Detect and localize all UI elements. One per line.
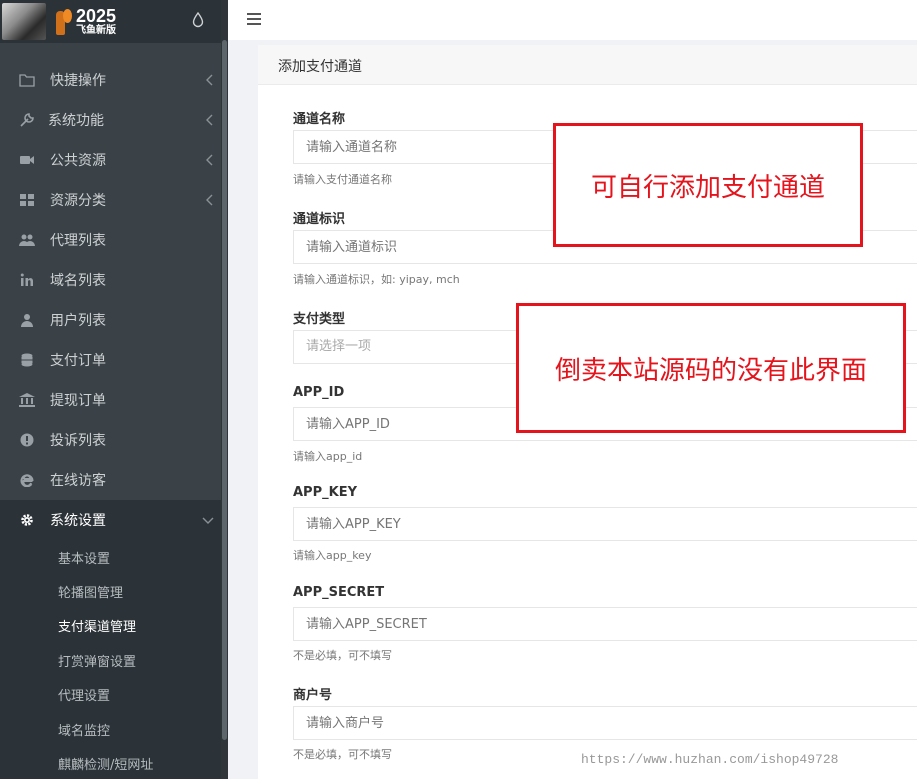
folder-icon <box>19 72 35 88</box>
submenu-item-qilin-shortlink[interactable]: 麒麟检测/短网址 <box>0 746 228 779</box>
submenu-item-agent-settings[interactable]: 代理设置 <box>0 678 228 712</box>
sidebar-item-domains[interactable]: 域名列表 <box>0 260 228 300</box>
sidebar-item-pay-orders[interactable]: 支付订单 <box>0 340 228 380</box>
database-icon <box>19 352 35 368</box>
sidebar-item-category[interactable]: 资源分类 <box>0 180 228 220</box>
logo-icon <box>54 7 74 37</box>
submenu-item-tip-popup[interactable]: 打赏弹窗设置 <box>0 643 228 677</box>
logo-bar: 2025 飞鱼新版 <box>0 0 228 43</box>
submenu-item-domain-monitor[interactable]: 域名监控 <box>0 712 228 746</box>
wrench-icon <box>19 112 35 128</box>
sidebar-item-label: 提现订单 <box>50 393 106 409</box>
linkedin-icon <box>19 272 35 288</box>
app-key-label: APP_KEY <box>293 485 357 500</box>
sidebar-item-label: 支付订单 <box>50 353 106 369</box>
merchant-no-label: 商户号 <box>293 688 333 703</box>
grid-icon <box>19 192 35 208</box>
exclamation-icon <box>19 432 35 448</box>
sidebar-item-users[interactable]: 用户列表 <box>0 300 228 340</box>
user-icon <box>19 312 35 328</box>
chevron-down-icon <box>202 517 214 524</box>
sidebar-menu: 快捷操作 系统功能 公共资源 资源分类 代理列表 域名列表 用户列表 支付订单 … <box>0 60 228 540</box>
chevron-left-icon <box>206 194 213 206</box>
app-secret-input[interactable] <box>293 607 917 641</box>
scrollbar-thumb[interactable] <box>222 40 227 740</box>
avatar[interactable] <box>2 3 46 40</box>
sidebar-item-public[interactable]: 公共资源 <box>0 140 228 180</box>
sidebar-item-label: 投诉列表 <box>50 433 106 449</box>
chevron-left-icon <box>206 154 213 166</box>
bank-icon <box>19 392 35 408</box>
chevron-left-icon <box>206 74 213 86</box>
gear-icon <box>19 512 35 528</box>
app-id-help: 请输入app_id <box>293 450 363 463</box>
sidebar-item-label: 在线访客 <box>50 473 106 489</box>
merchant-no-input[interactable] <box>293 706 917 740</box>
sidebar-item-settings[interactable]: 系统设置 <box>0 500 228 540</box>
browser-e-icon <box>19 472 35 488</box>
sidebar-item-withdraw-orders[interactable]: 提现订单 <box>0 380 228 420</box>
sidebar-scrollbar[interactable] <box>221 0 228 779</box>
users-icon <box>19 232 35 248</box>
chevron-left-icon <box>206 114 213 126</box>
sidebar-item-label: 快捷操作 <box>50 73 106 89</box>
channel-id-label: 通道标识 <box>293 212 346 227</box>
merchant-no-help: 不是必填，可不填写 <box>293 748 392 761</box>
sidebar-item-label: 代理列表 <box>50 233 106 249</box>
watermark: https://www.huzhan.com/ishop49728 <box>581 752 839 767</box>
callout-add-channel: 可自行添加支付通道 <box>553 123 863 247</box>
top-bar <box>228 0 917 40</box>
drop-icon[interactable] <box>192 12 204 28</box>
sidebar-item-quick[interactable]: 快捷操作 <box>0 60 228 100</box>
channel-id-help: 请输入通道标识，如: yipay, mch <box>293 273 460 286</box>
sidebar-item-label: 公共资源 <box>50 153 106 169</box>
menu-toggle-icon[interactable] <box>247 13 261 25</box>
submenu-item-payment-channels[interactable]: 支付渠道管理 <box>0 609 228 643</box>
logo-year: 2025 <box>76 6 117 26</box>
video-camera-icon <box>19 152 35 168</box>
sidebar-item-label: 资源分类 <box>50 193 106 209</box>
channel-name-help: 请输入支付通道名称 <box>293 173 392 186</box>
page-title: 添加支付通道 <box>278 59 362 75</box>
submenu-item-basic[interactable]: 基本设置 <box>0 540 228 574</box>
app-secret-label: APP_SECRET <box>293 585 385 600</box>
sidebar-item-agents[interactable]: 代理列表 <box>0 220 228 260</box>
sidebar: 2025 飞鱼新版 快捷操作 系统功能 公共资源 资源分类 代理列表 域名列表 … <box>0 0 228 779</box>
sidebar-item-label: 用户列表 <box>50 313 106 329</box>
logo-subtitle: 飞鱼新版 <box>76 25 116 36</box>
app-id-label: APP_ID <box>293 385 345 400</box>
sidebar-item-online-visitors[interactable]: 在线访客 <box>0 460 228 500</box>
app-key-input[interactable] <box>293 507 917 541</box>
logo-text: 2025 飞鱼新版 <box>76 7 116 36</box>
pay-type-label: 支付类型 <box>293 312 346 327</box>
app-key-help: 请输入app_key <box>293 549 372 562</box>
sidebar-item-label: 系统功能 <box>48 113 104 129</box>
sidebar-item-label: 域名列表 <box>50 273 106 289</box>
sidebar-item-complaints[interactable]: 投诉列表 <box>0 420 228 460</box>
settings-submenu: 基本设置 轮播图管理 支付渠道管理 打赏弹窗设置 代理设置 域名监控 麒麟检测/… <box>0 540 228 779</box>
channel-name-label: 通道名称 <box>293 112 346 127</box>
submenu-item-carousel[interactable]: 轮播图管理 <box>0 574 228 608</box>
callout-resale-warning: 倒卖本站源码的没有此界面 <box>516 303 906 433</box>
sidebar-item-system[interactable]: 系统功能 <box>0 100 228 140</box>
app-secret-help: 不是必填，可不填写 <box>293 649 392 662</box>
panel-header: 添加支付通道 <box>258 45 917 85</box>
sidebar-item-label: 系统设置 <box>50 513 106 529</box>
